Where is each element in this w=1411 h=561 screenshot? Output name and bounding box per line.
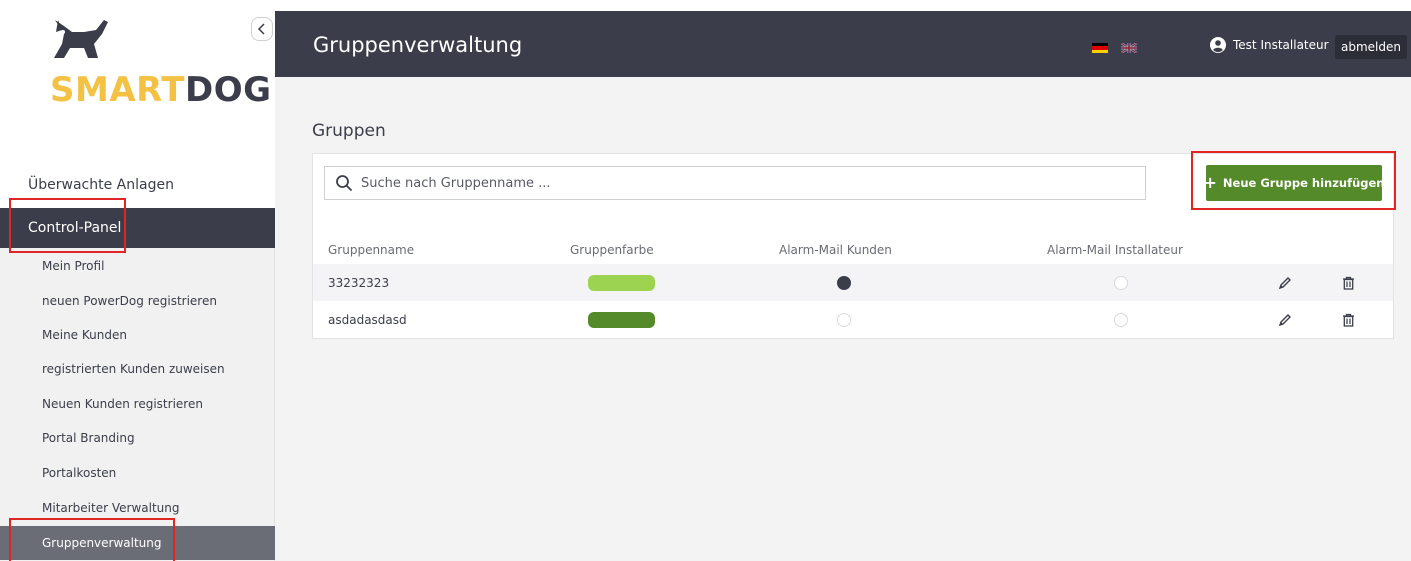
subnav-item-employee-management[interactable]: Mitarbeiter Verwaltung <box>0 491 275 525</box>
alarm-installer-radio[interactable] <box>1114 275 1128 290</box>
add-group-button[interactable]: + Neue Gruppe hinzufügen <box>1203 165 1385 201</box>
logout-button[interactable]: abmelden <box>1335 35 1407 59</box>
group-name: 33232323 <box>328 275 390 290</box>
group-color-swatch <box>588 274 655 291</box>
alarm-customer-radio[interactable] <box>837 275 851 290</box>
top-header: Gruppenverwaltung Test Installateur abme… <box>275 11 1411 77</box>
nav-item-monitored-plants[interactable]: Überwachte Anlagen <box>28 177 174 193</box>
nav-section-control-panel[interactable]: Control-Panel <box>0 208 275 248</box>
dog-logo-icon <box>54 20 108 58</box>
chevron-left-icon <box>257 23 265 35</box>
search-input[interactable] <box>361 175 1121 191</box>
smartdog-logo[interactable]: SMARTDOG <box>50 18 271 110</box>
user-circle-icon <box>1210 37 1226 53</box>
column-header-color[interactable]: Gruppenfarbe <box>570 243 654 257</box>
logo-wordmark: SMARTDOG <box>50 70 272 110</box>
alarm-installer-radio[interactable] <box>1114 312 1128 327</box>
column-header-alarm-customer[interactable]: Alarm-Mail Kunden <box>779 243 892 257</box>
column-header-name[interactable]: Gruppenname <box>328 243 414 257</box>
add-group-label: Neue Gruppe hinzufügen <box>1222 176 1385 190</box>
subnav-item-portal-costs[interactable]: Portalkosten <box>0 456 275 490</box>
subnav-item-my-customers[interactable]: Meine Kunden <box>0 318 275 352</box>
nav-section-label: Control-Panel <box>28 220 122 236</box>
trash-icon[interactable] <box>1339 274 1357 292</box>
table-row: asdadasdasd <box>313 301 1393 338</box>
main-content: Gruppen + Neue Gruppe hinzufügen Gruppen… <box>275 77 1411 561</box>
edit-icon[interactable] <box>1276 274 1294 292</box>
flag-de-icon[interactable] <box>1092 43 1108 53</box>
subnav-item-register-powerdog[interactable]: neuen PowerDog registrieren <box>0 284 275 318</box>
subnav-item-register-customer[interactable]: Neuen Kunden registrieren <box>0 387 275 421</box>
alarm-customer-radio[interactable] <box>837 312 851 327</box>
subnav-item-portal-branding[interactable]: Portal Branding <box>0 421 275 455</box>
user-name: Test Installateur <box>1233 38 1329 52</box>
page-title: Gruppenverwaltung <box>313 33 523 57</box>
table-header: Gruppenname Gruppenfarbe Alarm-Mail Kund… <box>313 240 1393 262</box>
group-name: asdadasdasd <box>328 312 407 327</box>
flag-uk-icon[interactable] <box>1121 43 1137 53</box>
subnav-item-my-profile[interactable]: Mein Profil <box>0 249 275 283</box>
subnav: Mein Profil neuen PowerDog registrieren … <box>0 248 275 561</box>
section-title: Gruppen <box>312 121 386 141</box>
subnav-item-group-management[interactable]: Gruppenverwaltung <box>0 526 275 560</box>
trash-icon[interactable] <box>1339 311 1357 329</box>
table-row: 33232323 <box>313 264 1393 301</box>
column-header-alarm-installer[interactable]: Alarm-Mail Installateur <box>1047 243 1183 257</box>
sidebar-collapse-button[interactable] <box>251 17 273 41</box>
edit-icon[interactable] <box>1276 311 1294 329</box>
search-box[interactable] <box>324 166 1146 200</box>
subnav-item-assign-customers[interactable]: registrierten Kunden zuweisen <box>0 352 275 386</box>
user-menu[interactable]: Test Installateur <box>1210 37 1329 53</box>
search-icon <box>336 175 352 191</box>
group-color-swatch <box>588 311 655 328</box>
plus-icon: + <box>1203 173 1217 192</box>
groups-card: + Neue Gruppe hinzufügen Gruppenname Gru… <box>312 153 1394 339</box>
sidebar: SMARTDOG Überwachte Anlagen Control-Pane… <box>0 0 275 561</box>
